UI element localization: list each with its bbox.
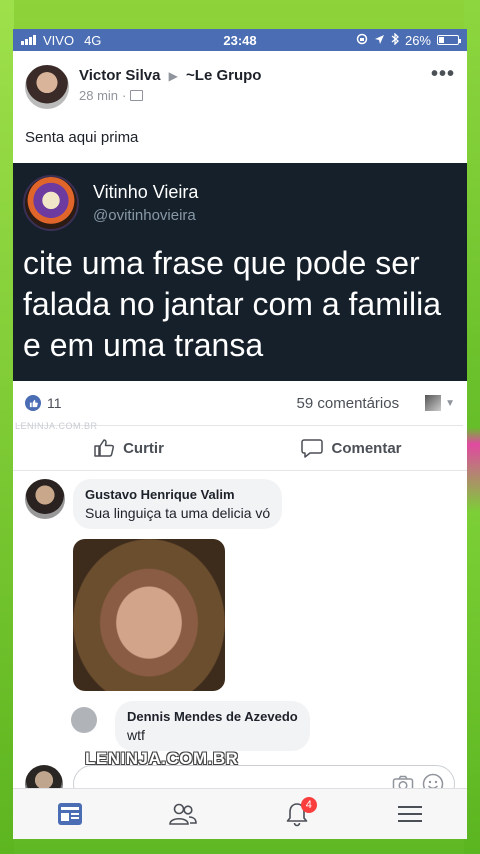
friends-icon <box>169 803 198 825</box>
thumbs-up-icon <box>94 439 115 457</box>
post-time: 28 min <box>79 88 119 103</box>
more-options-button[interactable]: ••• <box>431 63 455 86</box>
tweet-author-name: Vitinho Vieira <box>93 182 199 202</box>
notifications-badge: 4 <box>300 797 317 813</box>
rotation-lock-icon <box>356 33 368 48</box>
comment-attached-image[interactable] <box>73 539 225 691</box>
signal-icon <box>21 35 36 45</box>
tweet-body: cite uma frase que pode ser falada no ja… <box>23 245 441 363</box>
battery-fill <box>439 37 444 43</box>
like-reaction-icon[interactable] <box>25 395 41 411</box>
network-label: 4G <box>84 32 102 48</box>
status-right: 26% <box>356 31 461 48</box>
carrier-label: VIVO <box>43 32 75 48</box>
watermark-small: LENINJA.COM.BR <box>15 421 98 431</box>
comment-label: Comentar <box>331 439 402 457</box>
comment-bubble-icon <box>301 439 324 458</box>
author-avatar[interactable] <box>25 65 69 109</box>
tweet-image[interactable]: Vitinho Vieira @ovitinhovieira cite uma … <box>13 163 467 381</box>
tab-menu[interactable] <box>354 789 468 839</box>
post-header: Victor Silva ▶ ~Le Grupo 28 min · ••• <box>13 51 467 113</box>
tab-notifications[interactable]: 4 <box>240 789 354 839</box>
like-label: Curtir <box>123 439 164 457</box>
post-time-row: 28 min · <box>79 88 261 103</box>
comment: Dennis Mendes de Azevedo wtf <box>13 701 467 751</box>
hamburger-menu-icon <box>398 806 423 822</box>
group-audience-icon <box>130 90 144 101</box>
background-left-green <box>0 0 14 854</box>
post-author-line: Victor Silva ▶ ~Le Grupo <box>79 67 261 84</box>
tweet-avatar <box>23 175 79 231</box>
tweet-header: Vitinho Vieira @ovitinhovieira <box>23 175 457 231</box>
commenter-avatar[interactable] <box>25 479 65 519</box>
comment-button[interactable]: Comentar <box>240 438 463 458</box>
post-text: Senta aqui prima <box>25 129 139 146</box>
likes-count[interactable]: 11 <box>47 395 62 411</box>
post-meta: Victor Silva ▶ ~Le Grupo 28 min · <box>79 65 261 113</box>
viewer-avatar[interactable] <box>425 395 442 411</box>
comment-text: Sua linguiça ta uma delicia vó <box>85 505 271 521</box>
caret-down-icon[interactable]: ▼ <box>445 398 455 409</box>
comment-bubble[interactable]: Gustavo Henrique Valim Sua linguiça ta u… <box>73 479 283 529</box>
battery-percent: 26% <box>404 32 431 48</box>
news-feed-icon <box>57 803 82 825</box>
commenter-name[interactable]: Gustavo Henrique Valim <box>85 487 270 502</box>
status-left: VIVO 4G <box>21 33 101 48</box>
group-name[interactable]: ~Le Grupo <box>186 67 261 84</box>
comments-section: Gustavo Henrique Valim Sua linguiça ta u… <box>13 470 467 807</box>
arrow-right-icon: ▶ <box>168 69 178 83</box>
comment-bubble[interactable]: Dennis Mendes de Azevedo wtf <box>115 701 310 751</box>
author-name[interactable]: Victor Silva <box>79 67 160 84</box>
comments-count[interactable]: 59 comentários <box>297 395 400 412</box>
tab-news-feed[interactable] <box>13 789 127 839</box>
phone-screen: VIVO 4G 23:48 26% Victor Silva ▶ ~Le Gru… <box>13 29 467 839</box>
reactions-bar: 11 59 comentários ▼ LENINJA.COM.BR <box>13 381 467 432</box>
like-button[interactable]: Curtir <box>17 438 240 458</box>
bluetooth-icon <box>391 31 399 48</box>
location-icon <box>374 33 385 48</box>
comment: Gustavo Henrique Valim Sua linguiça ta u… <box>13 479 467 529</box>
bottom-tab-bar: 4 <box>13 788 467 839</box>
tweet-names: Vitinho Vieira @ovitinhovieira <box>93 182 198 224</box>
tab-friends[interactable] <box>127 789 241 839</box>
action-bar: Curtir Comentar <box>17 425 463 470</box>
reply-commenter-avatar[interactable] <box>71 707 97 733</box>
battery-icon <box>437 35 461 45</box>
status-bar: VIVO 4G 23:48 26% <box>13 29 467 51</box>
commenter-name[interactable]: Dennis Mendes de Azevedo <box>127 709 298 724</box>
comment-text: wtf <box>127 727 145 743</box>
tweet-author-handle: @ovitinhovieira <box>93 207 196 224</box>
